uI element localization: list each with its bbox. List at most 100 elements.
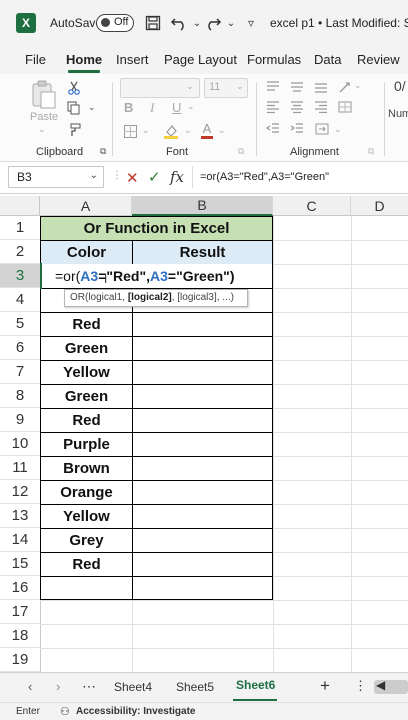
merge-dropdown-icon[interactable]: ⌄ (334, 124, 342, 135)
result-cell[interactable] (133, 528, 272, 552)
align-center-icon[interactable] (288, 100, 306, 114)
tab-formulas[interactable]: Formulas (247, 52, 301, 67)
align-right-icon[interactable] (312, 100, 330, 114)
italic-button[interactable]: I (150, 100, 154, 116)
row-header[interactable]: 11 (0, 456, 40, 480)
clipboard-launcher-icon[interactable]: ⧉ (100, 146, 106, 157)
row-header[interactable]: 5 (0, 312, 40, 336)
tab-insert[interactable]: Insert (116, 52, 149, 67)
result-cell[interactable] (133, 480, 272, 504)
header-color-cell[interactable]: Color (41, 240, 132, 264)
tab-file[interactable]: File (25, 52, 46, 67)
tab-page-layout[interactable]: Page Layout (164, 52, 237, 67)
row-header[interactable]: 7 (0, 360, 40, 384)
row-header[interactable]: 2 (0, 240, 40, 264)
color-cell[interactable]: Red (41, 552, 132, 576)
result-cell[interactable] (133, 360, 272, 384)
column-header-a[interactable]: A (40, 196, 132, 216)
file-name[interactable]: excel p1 • Last Modified: Sat (270, 16, 408, 30)
underline-dropdown-icon[interactable]: ⌄ (187, 101, 195, 112)
result-cell[interactable] (133, 456, 272, 480)
result-cell[interactable] (133, 552, 272, 576)
redo-dropdown-icon[interactable]: ⌄ (220, 12, 242, 34)
wrap-text-icon[interactable] (336, 100, 354, 114)
merge-center-icon[interactable] (314, 122, 330, 136)
color-cell[interactable]: Green (41, 336, 132, 360)
row-header[interactable]: 9 (0, 408, 40, 432)
color-cell[interactable]: Purple (41, 432, 132, 456)
row-header[interactable]: 8 (0, 384, 40, 408)
row-header[interactable]: 17 (0, 600, 40, 624)
bold-button[interactable]: B (124, 100, 133, 115)
name-box-dropdown-icon[interactable]: ⌄ (90, 170, 98, 181)
select-all-corner[interactable] (0, 196, 40, 216)
align-left-icon[interactable] (264, 100, 282, 114)
orientation-icon[interactable] (336, 80, 354, 94)
format-painter-icon[interactable] (66, 122, 82, 138)
sheet-options-icon[interactable]: ⋮ (354, 678, 367, 694)
scroll-left-arrow-icon[interactable]: ◀ (376, 678, 385, 692)
row-header[interactable]: 16 (0, 576, 40, 600)
column-header-c[interactable]: C (273, 196, 351, 216)
sheet-tab-sheet6[interactable]: Sheet6 (236, 678, 275, 692)
scroll-tabs-left-icon[interactable]: ‹ (28, 679, 32, 694)
row-header[interactable]: 1 (0, 216, 40, 240)
add-sheet-icon[interactable]: + (320, 676, 330, 696)
underline-button[interactable]: U (172, 100, 181, 115)
sheet-tab-sheet5[interactable]: Sheet5 (176, 680, 214, 694)
accessibility-status[interactable]: Accessibility: Investigate (76, 706, 196, 717)
result-cell[interactable] (133, 432, 272, 456)
tab-review[interactable]: Review (357, 52, 400, 67)
editing-cell-b3[interactable]: =or( A3 ="Red", A3 ="Green") (41, 264, 234, 288)
fill-color-icon[interactable] (162, 122, 180, 140)
paste-icon[interactable] (30, 80, 58, 110)
result-cell[interactable] (133, 408, 272, 432)
result-cell[interactable] (133, 312, 272, 336)
color-cell[interactable]: Green (41, 384, 132, 408)
paste-dropdown-icon[interactable]: ⌄ (38, 124, 46, 135)
row-header[interactable]: 10 (0, 432, 40, 456)
sheet-tab-sheet4[interactable]: Sheet4 (114, 680, 152, 694)
save-icon[interactable] (142, 12, 164, 34)
row-header[interactable]: 3 (0, 264, 40, 288)
color-cell[interactable]: Red (41, 312, 132, 336)
name-box[interactable]: B3 ⌄ (8, 166, 104, 188)
cut-icon[interactable] (66, 80, 82, 96)
increase-indent-icon[interactable] (288, 122, 306, 136)
font-launcher-icon[interactable]: ⧉ (238, 146, 244, 157)
formula-input[interactable]: =or(A3="Red",A3="Green" (200, 171, 329, 183)
copy-icon[interactable] (66, 100, 82, 116)
alignment-launcher-icon[interactable]: ⧉ (368, 146, 374, 157)
accessibility-icon[interactable]: ⚇ (60, 705, 70, 718)
color-cell[interactable]: Grey (41, 528, 132, 552)
borders-dropdown-icon[interactable]: ⌄ (142, 125, 150, 136)
font-name-dropdown-icon[interactable]: ⌄ (186, 81, 194, 92)
result-cell[interactable] (133, 336, 272, 360)
color-cell[interactable]: Red (41, 408, 132, 432)
insert-function-button[interactable]: fx (170, 168, 184, 186)
color-cell[interactable]: Yellow (41, 360, 132, 384)
color-cell[interactable]: Brown (41, 456, 132, 480)
color-cell[interactable]: Orange (41, 480, 132, 504)
more-sheets-icon[interactable]: ⋯ (82, 678, 96, 695)
color-cell[interactable]: Yellow (41, 504, 132, 528)
font-color-icon[interactable]: A (200, 120, 214, 140)
sheet-title-cell[interactable]: Or Function in Excel (41, 216, 272, 240)
row-header[interactable]: 14 (0, 528, 40, 552)
orientation-dropdown-icon[interactable]: ⌄ (354, 80, 362, 91)
row-header[interactable]: 15 (0, 552, 40, 576)
header-result-cell[interactable]: Result (133, 240, 272, 264)
borders-icon[interactable] (122, 123, 138, 139)
customize-toolbar-icon[interactable]: ▿ (240, 12, 262, 34)
result-cell[interactable] (133, 384, 272, 408)
tab-data[interactable]: Data (314, 52, 341, 67)
row-header[interactable]: 6 (0, 336, 40, 360)
align-middle-icon[interactable] (288, 80, 306, 94)
row-header[interactable]: 4 (0, 288, 40, 312)
row-header[interactable]: 18 (0, 624, 40, 648)
copy-dropdown-icon[interactable]: ⌄ (88, 102, 96, 113)
confirm-entry-icon[interactable]: ✓ (148, 168, 161, 186)
scroll-tabs-right-icon[interactable]: › (56, 679, 60, 694)
column-header-d[interactable]: D (351, 196, 408, 216)
align-top-icon[interactable] (264, 80, 282, 94)
